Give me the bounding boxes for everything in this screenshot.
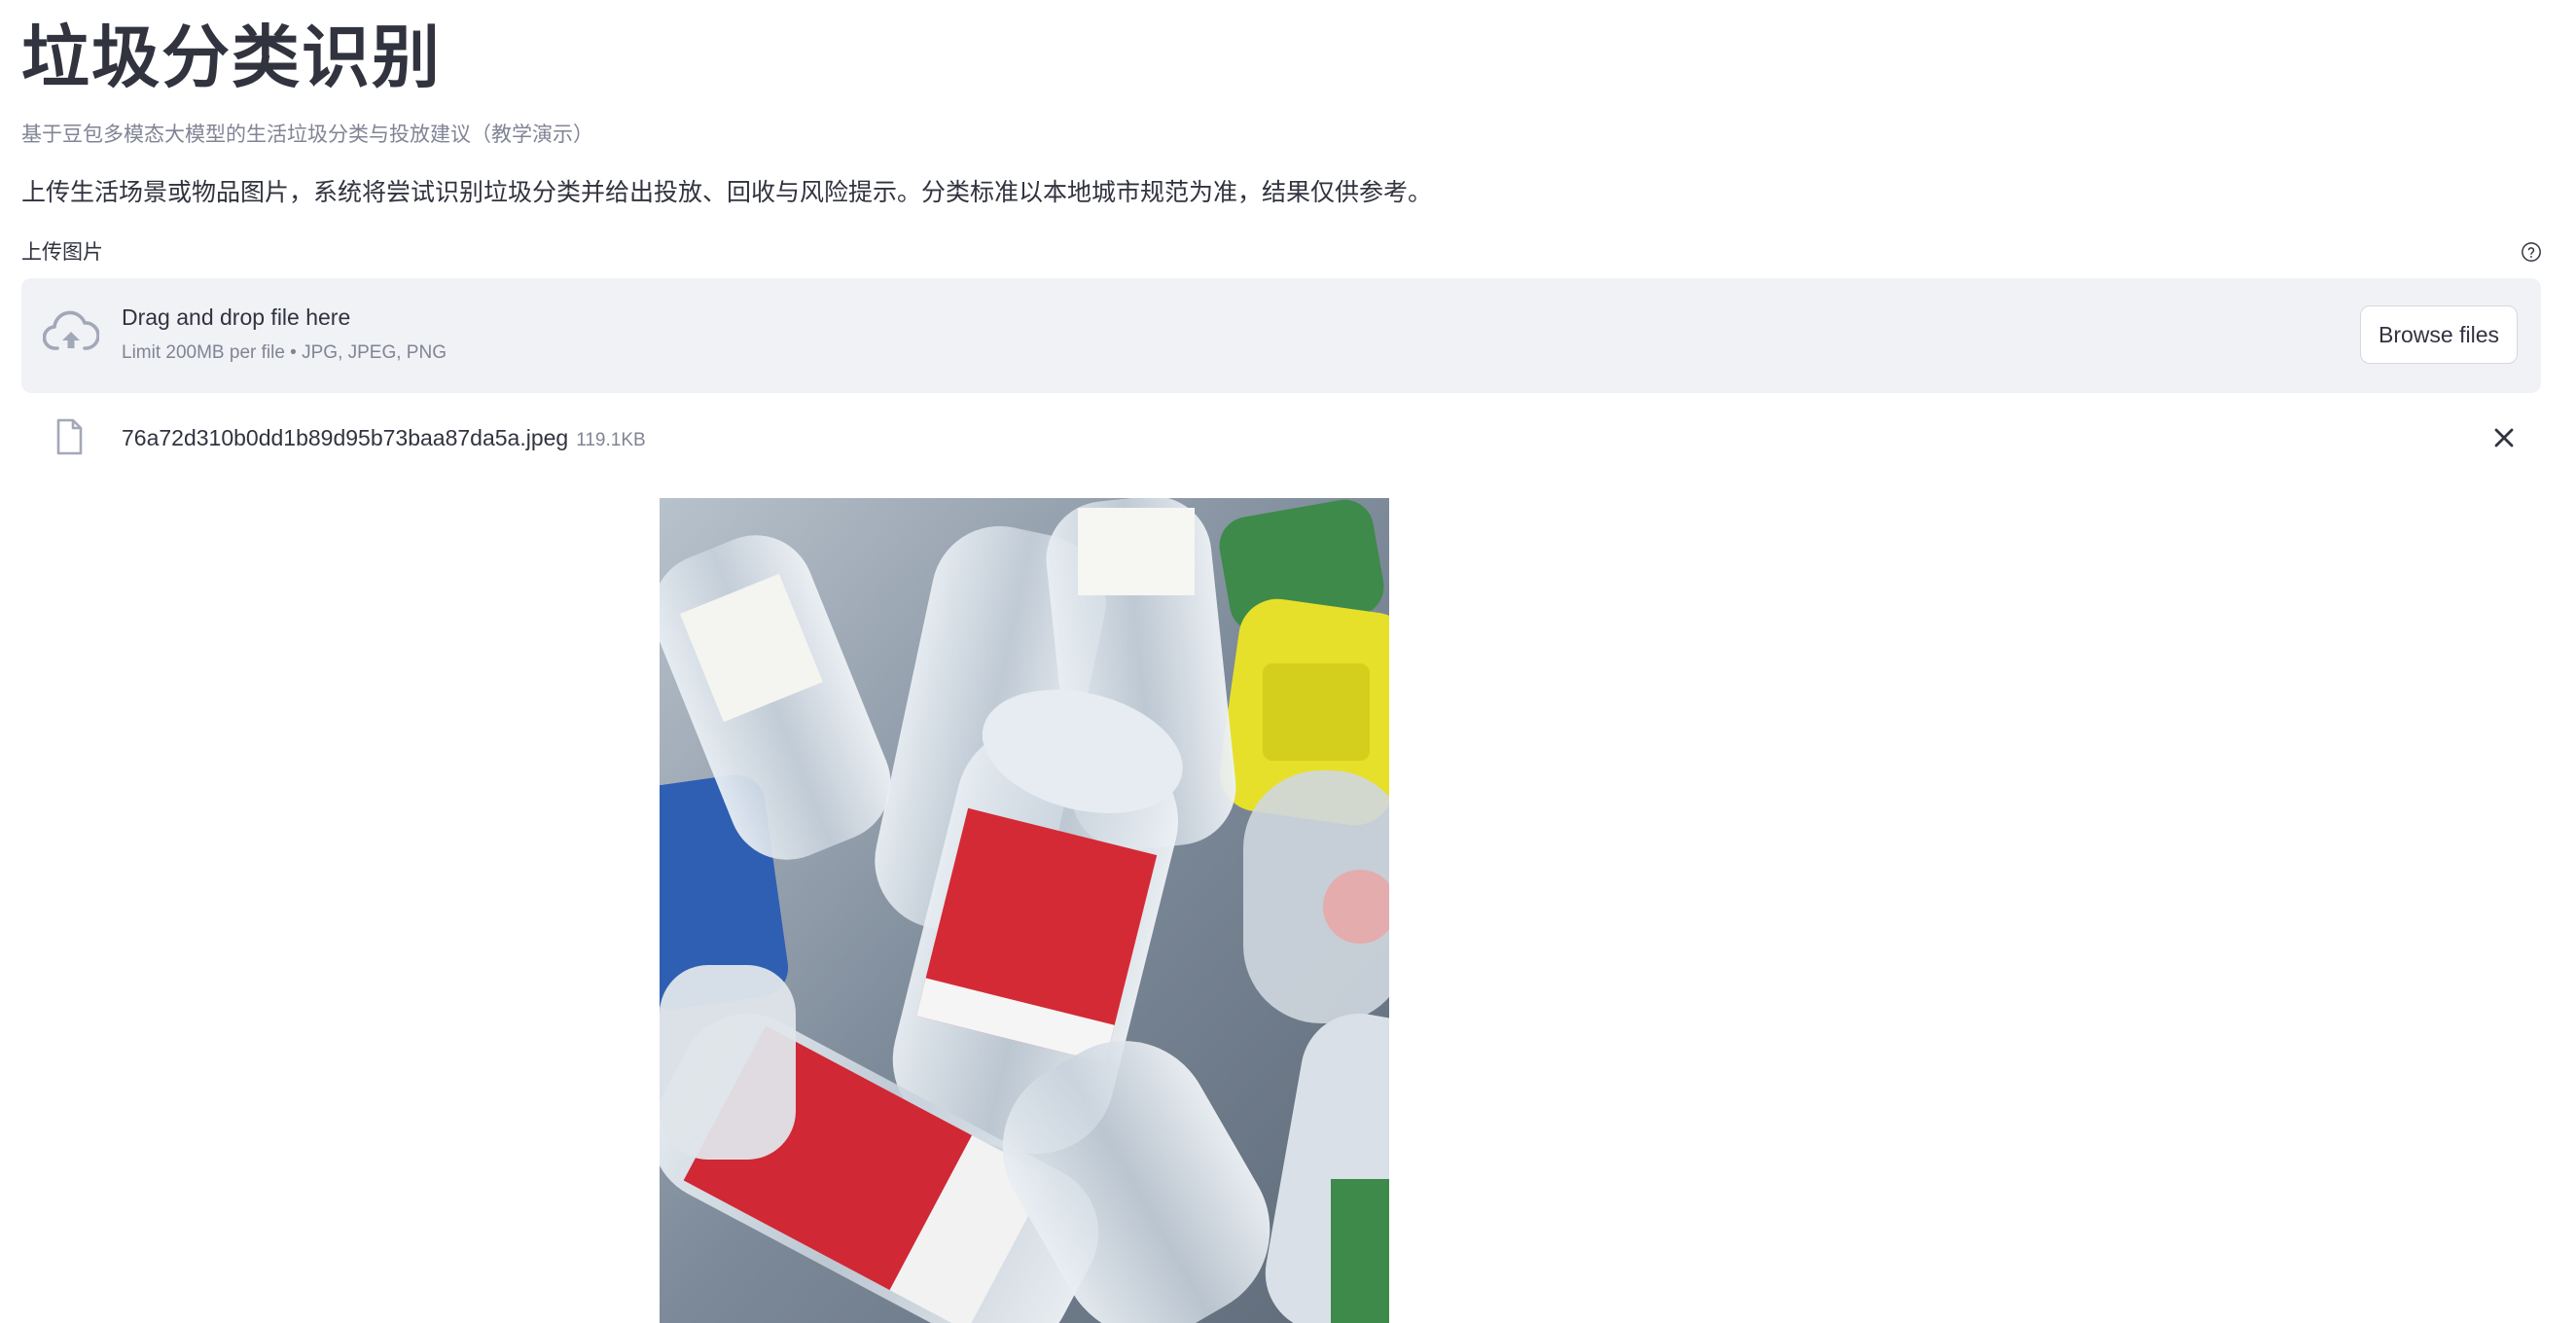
cloud-upload-icon xyxy=(43,310,99,350)
plastic-bottles-photo xyxy=(660,498,1389,1323)
dropzone-title: Drag and drop file here xyxy=(122,304,351,330)
close-icon[interactable] xyxy=(2492,426,2516,449)
uploaded-file-size: 119.1KB xyxy=(576,430,646,450)
page-subtitle: 基于豆包多模态大模型的生活垃圾分类与投放建议（教学演示） xyxy=(21,124,593,146)
document-icon xyxy=(56,418,83,455)
uploaded-file-name: 76a72d310b0dd1b89d95b73baa87da5a.jpeg xyxy=(122,425,569,450)
file-dropzone[interactable]: Drag and drop file here Limit 200MB per … xyxy=(21,278,2541,393)
page-title: 垃圾分类识别 xyxy=(21,19,442,95)
uploaded-image-preview xyxy=(660,498,1389,1323)
intro-text: 上传生活场景或物品图片，系统将尝试识别垃圾分类并给出投放、回收与风险提示。分类标… xyxy=(21,179,1433,206)
app-page: 垃圾分类识别 基于豆包多模态大模型的生活垃圾分类与投放建议（教学演示） 上传生活… xyxy=(0,0,2576,1323)
dropzone-limit: Limit 200MB per file • JPG, JPEG, PNG xyxy=(122,342,447,363)
question-circle-icon[interactable] xyxy=(2521,241,2542,263)
upload-label: 上传图片 xyxy=(21,241,103,264)
browse-files-button[interactable]: Browse files xyxy=(2360,305,2518,364)
uploaded-file-info: 76a72d310b0dd1b89d95b73baa87da5a.jpeg 119… xyxy=(122,422,646,456)
uploaded-file-row: 76a72d310b0dd1b89d95b73baa87da5a.jpeg 119… xyxy=(21,409,2541,467)
